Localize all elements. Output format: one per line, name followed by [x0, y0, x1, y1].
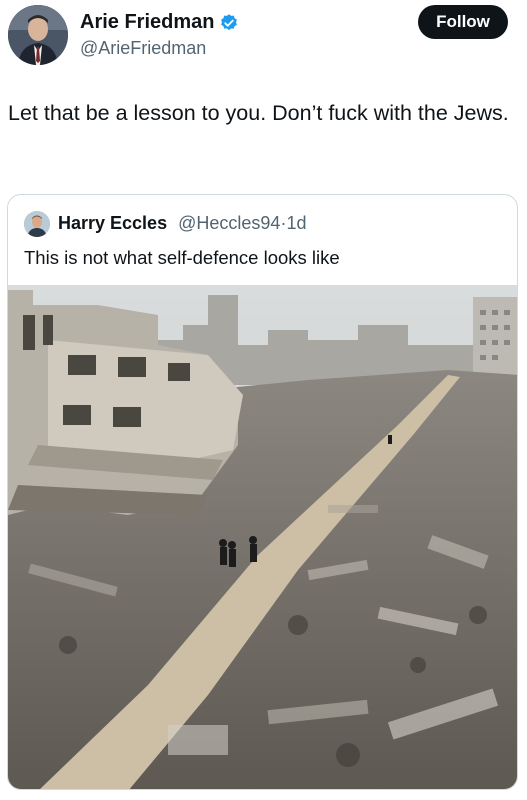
quoted-author-name[interactable]: Harry Eccles: [58, 213, 167, 233]
quoted-author-meta: Harry Eccles @Heccles94·1d: [58, 213, 306, 234]
quoted-author-handle[interactable]: @Heccles94: [178, 213, 280, 233]
post-age[interactable]: 1d: [286, 213, 306, 233]
author-handle[interactable]: @ArieFriedman: [80, 38, 206, 59]
quoted-post-image[interactable]: [8, 285, 517, 789]
quoted-author-avatar[interactable]: [24, 211, 50, 237]
verified-badge-icon: [219, 13, 239, 33]
author-name-row: Arie Friedman: [80, 11, 239, 34]
post-header: Arie Friedman @ArieFriedman Follow: [0, 0, 527, 80]
follow-button[interactable]: Follow: [418, 5, 508, 39]
author-display-name[interactable]: Arie Friedman: [80, 11, 214, 34]
quoted-post-card[interactable]: Harry Eccles @Heccles94·1d This is not w…: [7, 194, 518, 790]
post-card: Arie Friedman @ArieFriedman Follow Let t…: [0, 0, 527, 800]
quoted-avatar-photo-icon: [24, 211, 50, 237]
post-text: Let that be a lesson to you. Don’t fuck …: [8, 101, 509, 125]
destroyed-street-photo-icon: [8, 285, 517, 789]
avatar-photo-icon: [8, 5, 68, 65]
author-avatar[interactable]: [8, 5, 68, 65]
quoted-post-text: This is not what self-defence looks like: [24, 247, 340, 268]
